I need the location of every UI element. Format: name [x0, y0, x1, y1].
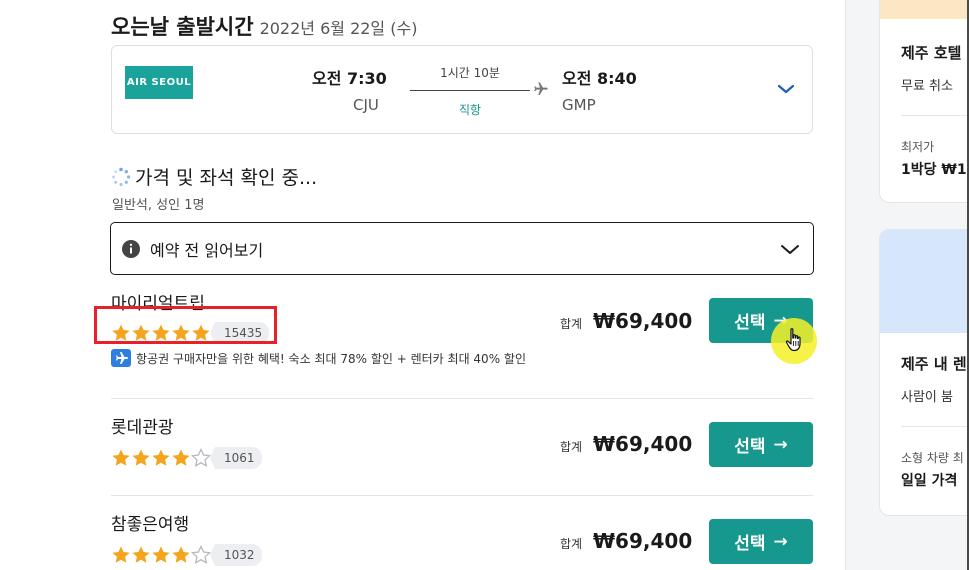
rental-car-promo-card[interactable]: 제주 내 렌 사람이 붐 소형 차량 최 일일 가격: [879, 229, 967, 516]
star-rating: 1061: [111, 447, 262, 469]
star-rating: 1032: [111, 544, 262, 566]
cabin-passenger-info: 일반석, 성인 1명: [112, 198, 205, 213]
price-total-label: 합계: [560, 317, 583, 331]
pre-booking-notice-dropdown[interactable]: 예약 전 읽어보기: [110, 222, 814, 275]
select-button[interactable]: 선택 →: [709, 519, 813, 564]
list-item: 참좋은여행 1032 합계 ₩69,400 선택 →: [111, 510, 813, 570]
airline-logo: AIR SEOUL: [125, 66, 193, 99]
rental-card-divider: [901, 426, 967, 427]
star-icon: [152, 449, 170, 466]
star-icon: [152, 546, 170, 563]
arrow-right-icon: →: [773, 531, 788, 552]
select-button-label: 선택: [734, 534, 766, 554]
star-icon: [112, 449, 130, 466]
promo-row: 항공권 구매자만을 위한 혜택! 숙소 최대 78% 할인 + 렌터카 최대 4…: [111, 349, 526, 367]
price-value: ₩69,400: [593, 309, 693, 333]
chevron-down-icon[interactable]: [776, 79, 796, 99]
hotel-card-price-caption: 최저가: [901, 140, 935, 154]
hand-pointer-icon: [785, 328, 801, 352]
plane-icon: [534, 82, 548, 95]
rental-card-subtitle: 사람이 붐: [901, 390, 953, 405]
hotel-promo-card[interactable]: 제주 호텔 무료 취소 최저가 1박당 ₩1: [879, 0, 967, 203]
price-value: ₩69,400: [593, 432, 693, 456]
price-total-label: 합계: [560, 537, 583, 551]
hotel-card-subtitle: 무료 취소: [901, 79, 953, 94]
hotel-card-banner: [880, 0, 967, 19]
star-icon: [132, 449, 150, 466]
star-icon: [112, 546, 130, 563]
list-item: 마이리얼트립 15435 항공권 구매자만을 위한 혜택! 숙소 최대 78% …: [94, 289, 813, 389]
select-button-label: 선택: [734, 437, 766, 457]
return-flight-date: 2022년 6월 22일 (수): [259, 19, 418, 38]
arrival-time: 오전 8:40: [562, 69, 637, 88]
departure-time: 오전 7:30: [312, 69, 387, 88]
loading-text: 가격 및 좌석 확인 중...: [135, 167, 318, 189]
hotel-card-divider: [901, 115, 967, 116]
right-sidebar: 제주 호텔 무료 취소 최저가 1박당 ₩1 제주 내 렌 사람이 붐 소형 차…: [846, 0, 967, 570]
star-icon: [172, 449, 190, 466]
nonstop-label: 직항: [458, 103, 482, 117]
review-count: 1032: [210, 544, 262, 566]
star-outline-icon: [191, 545, 211, 564]
select-button[interactable]: 선택 →: [709, 422, 813, 467]
main-content: 오는날 출발시간 2022년 6월 22일 (수) AIR SEOUL 오전 7…: [0, 0, 845, 570]
flight-duration: 1시간 10분: [440, 66, 500, 80]
price-value: ₩69,400: [593, 529, 693, 553]
star-icon: [172, 546, 190, 563]
promo-text: 항공권 구매자만을 위한 혜택! 숙소 최대 78% 할인 + 렌터카 최대 4…: [136, 351, 526, 366]
chevron-down-icon: [781, 245, 799, 254]
hotel-card-title: 제주 호텔: [901, 44, 962, 62]
agency-name: 참좋은여행: [111, 515, 190, 535]
star-icon: [132, 546, 150, 563]
return-flight-heading: 오는날 출발시간 2022년 6월 22일 (수): [111, 11, 417, 41]
hotel-card-price: 1박당 ₩1: [901, 162, 967, 178]
info-icon: [122, 240, 140, 258]
return-flight-title: 오는날 출발시간: [111, 15, 254, 39]
rental-card-banner: [880, 230, 967, 333]
arrow-right-icon: →: [773, 434, 788, 455]
highlight-annotation: [94, 306, 277, 344]
agency-name: 롯데관광: [111, 418, 174, 438]
rental-card-caption: 소형 차량 최: [901, 451, 964, 465]
list-item: 롯데관광 1061 합계 ₩69,400 선택 →: [111, 413, 813, 493]
promo-plane-icon: [111, 349, 131, 367]
price-total-label: 합계: [560, 440, 583, 454]
list-divider: [111, 398, 813, 399]
list-divider: [111, 495, 813, 496]
select-button-label: 선택: [734, 313, 766, 333]
departure-airport-code: CJU: [353, 96, 379, 114]
loading-status: 가격 및 좌석 확인 중...: [111, 163, 317, 190]
route-line: [410, 90, 530, 91]
arrival-airport-code: GMP: [562, 96, 596, 114]
rental-card-price: 일일 가격: [901, 473, 958, 489]
star-outline-icon: [191, 448, 211, 467]
spinner-icon: [112, 167, 131, 186]
rental-card-title: 제주 내 렌: [901, 355, 967, 373]
notice-label: 예약 전 읽어보기: [150, 241, 264, 260]
flight-summary-card[interactable]: AIR SEOUL 오전 7:30 CJU 1시간 10분 직항 오전 8:40…: [111, 45, 813, 134]
review-count: 1061: [210, 447, 262, 469]
